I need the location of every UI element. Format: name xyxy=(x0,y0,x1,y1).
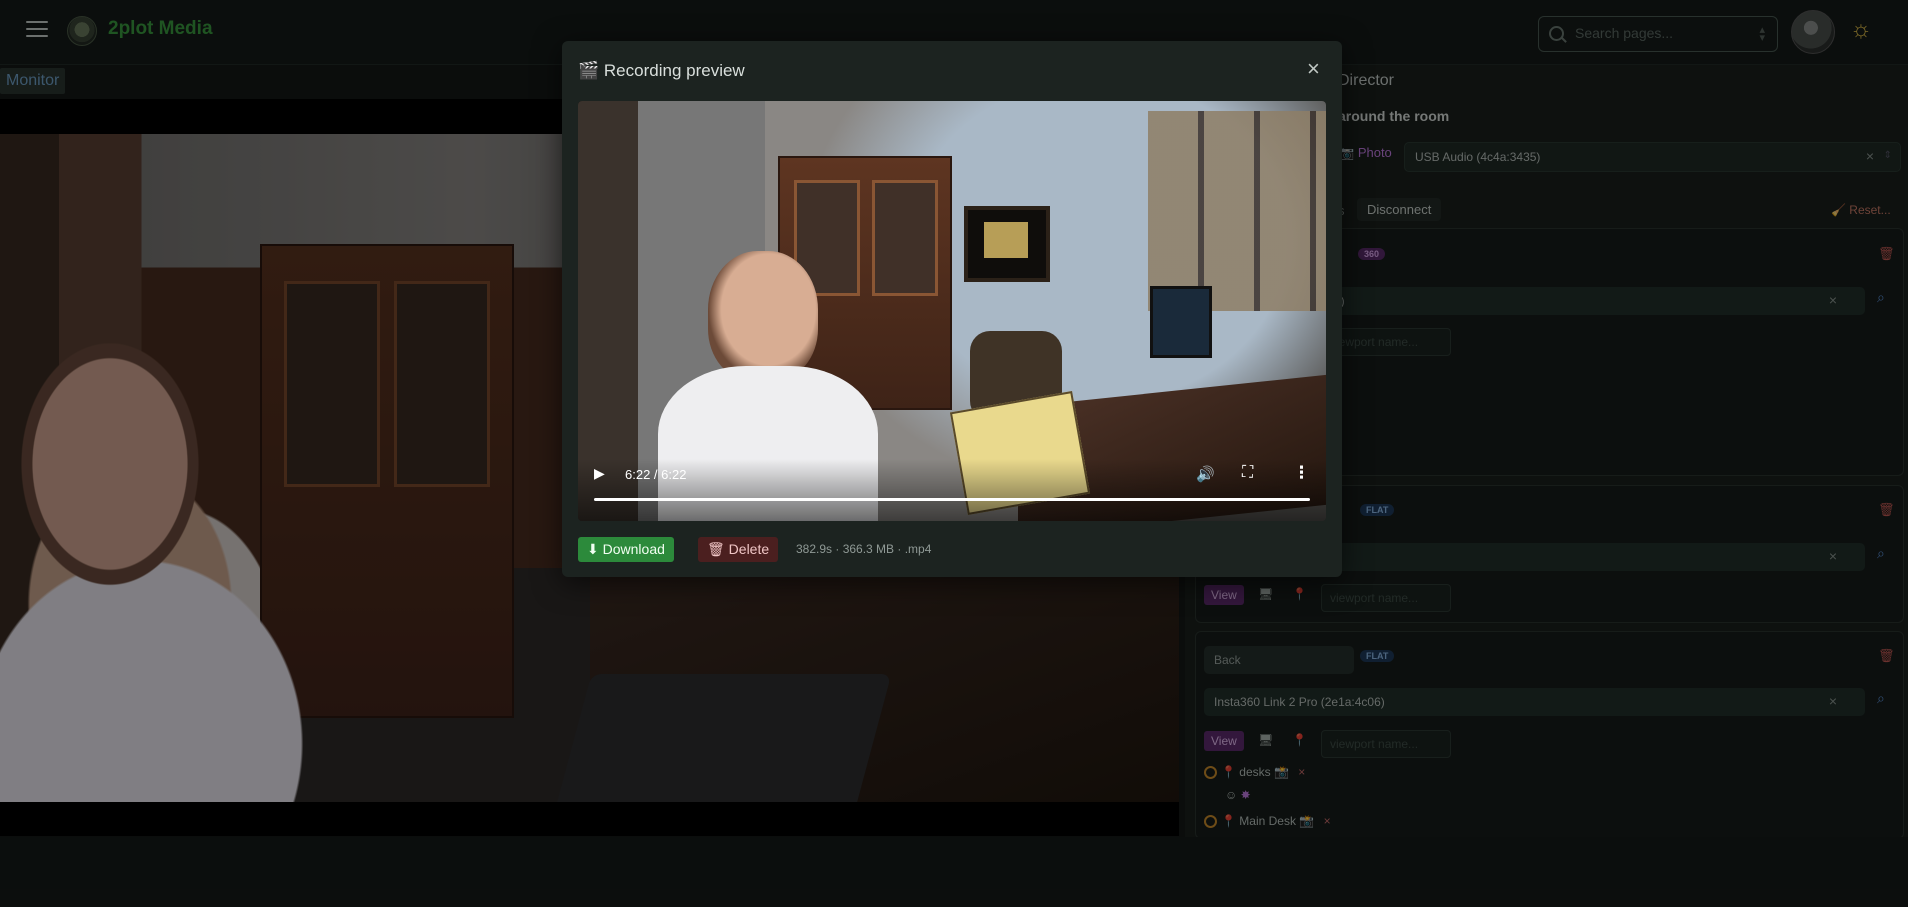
play-icon[interactable]: ▶ xyxy=(594,465,605,482)
more-options-icon[interactable]: ⋮ xyxy=(1293,463,1310,483)
delete-label: Delete xyxy=(728,541,770,557)
close-icon[interactable]: × xyxy=(1307,58,1320,80)
download-label: Download xyxy=(602,541,665,557)
video-time: 6:22 / 6:22 xyxy=(625,467,687,482)
recording-video-player[interactable]: ▶ 6:22 / 6:22 🔊 ⛶ ⋮ xyxy=(578,101,1326,521)
fullscreen-icon[interactable]: ⛶ xyxy=(1242,464,1253,482)
download-button[interactable]: ⬇ Download xyxy=(578,537,674,562)
video-frame xyxy=(578,101,1326,521)
download-icon: ⬇ xyxy=(587,541,599,557)
clapperboard-icon: 🎬 xyxy=(578,61,600,80)
volume-icon[interactable]: 🔊 xyxy=(1196,465,1215,483)
framed-picture xyxy=(964,206,1050,282)
recording-file-info: 382.9s · 366.3 MB · .mp4 xyxy=(796,542,932,556)
monitor-image xyxy=(1150,286,1212,358)
modal-title: 🎬 Recording preview xyxy=(578,61,745,81)
trash-icon: 🗑 xyxy=(707,541,725,557)
video-progress-bar[interactable] xyxy=(594,498,1310,501)
maps-image xyxy=(1148,111,1326,311)
modal-title-text: Recording preview xyxy=(603,61,745,80)
delete-button[interactable]: 🗑 Delete xyxy=(698,537,779,562)
